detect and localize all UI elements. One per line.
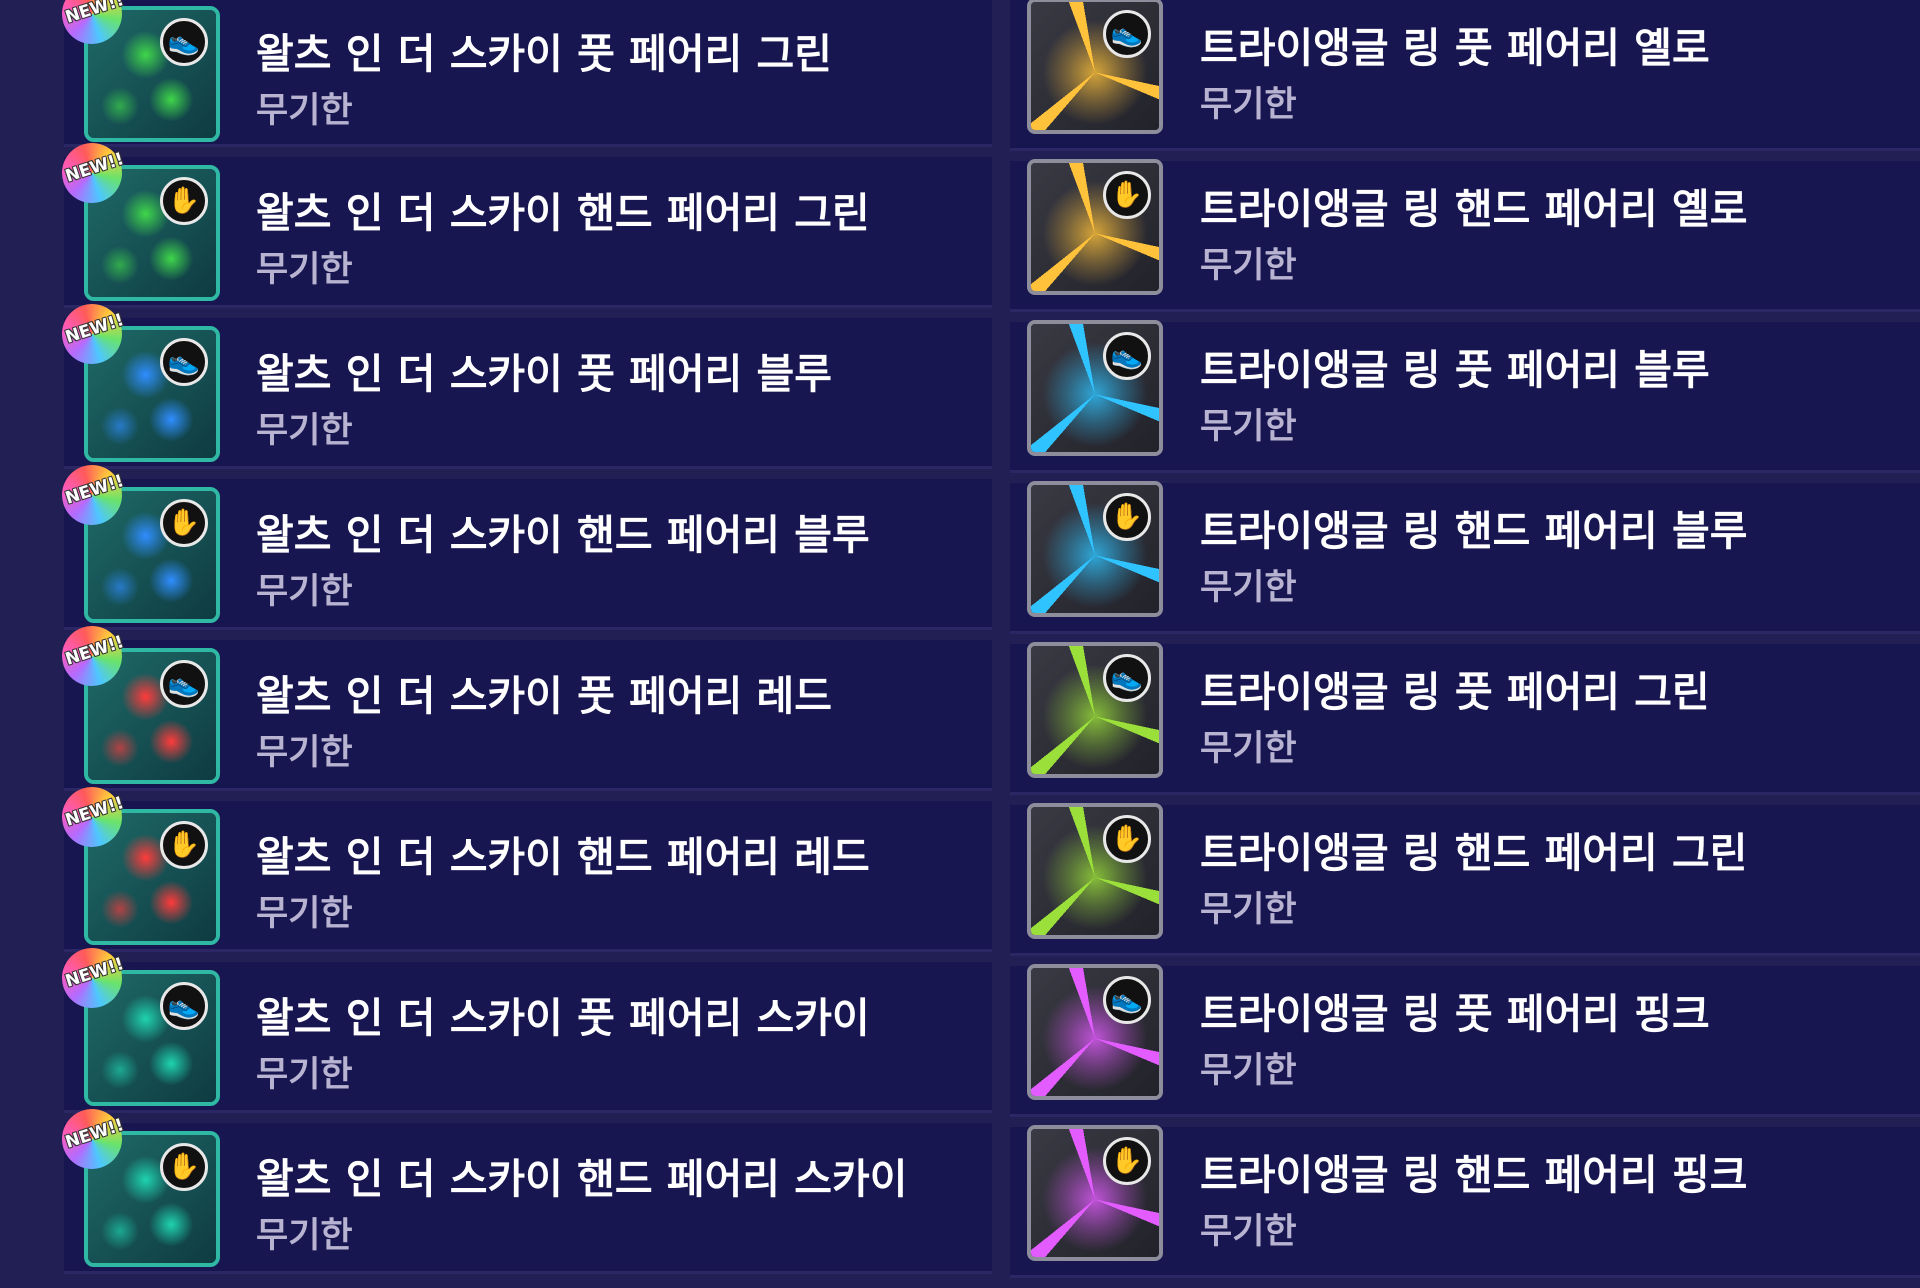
item-name: 왈츠 인 더 스카이 풋 페어리 블루 [256,350,833,398]
hand-icon: ✋ [160,499,208,547]
item-duration: 무기한 [256,1216,353,1256]
item-name: 트라이앵글 링 핸드 페어리 블루 [1200,507,1748,555]
item-duration: 무기한 [256,733,353,773]
item-duration: 무기한 [1200,1212,1297,1252]
item-row[interactable]: NEW!! 👟 왈츠 인 더 스카이 풋 페어리 스카이 무기한 [54,940,992,1113]
left-item-list: NEW!! 👟 왈츠 인 더 스카이 풋 페어리 그린 무기한 NEW!! ✋ … [54,0,992,1284]
item-name: 왈츠 인 더 스카이 풋 페어리 레드 [256,672,833,720]
item-row[interactable]: NEW!! 👟 왈츠 인 더 스카이 풋 페어리 그린 무기한 [54,0,992,147]
item-row[interactable]: ✋ 트라이앵글 링 핸드 페어리 그린 무기한 [1010,803,1920,956]
item-name: 트라이앵글 링 풋 페어리 블루 [1200,346,1710,394]
foot-icon: 👟 [160,18,208,66]
item-name: 왈츠 인 더 스카이 핸드 페어리 레드 [256,833,870,881]
foot-icon: 👟 [160,982,208,1030]
item-name: 트라이앵글 링 핸드 페어리 그린 [1200,829,1748,877]
item-row[interactable]: 👟 트라이앵글 링 풋 페어리 블루 무기한 [1010,320,1920,473]
item-name: 왈츠 인 더 스카이 풋 페어리 그린 [256,30,833,78]
item-thumbnail: ✋ [1027,1125,1163,1261]
item-name: 왈츠 인 더 스카이 핸드 페어리 스카이 [256,1155,908,1203]
item-duration: 무기한 [1200,407,1297,447]
foot-icon: 👟 [1103,332,1151,380]
item-name: 왈츠 인 더 스카이 풋 페어리 스카이 [256,994,870,1042]
item-thumbnail: ✋ [1027,481,1163,617]
item-duration: 무기한 [256,1055,353,1095]
item-duration: 무기한 [1200,890,1297,930]
item-name: 왈츠 인 더 스카이 핸드 페어리 그린 [256,189,870,237]
item-thumbnail: ✋ [1027,159,1163,295]
item-thumbnail: 👟 [1027,320,1163,456]
item-duration: 무기한 [256,411,353,451]
hand-icon: ✋ [160,821,208,869]
item-duration: 무기한 [1200,85,1297,125]
item-row[interactable]: NEW!! 👟 왈츠 인 더 스카이 풋 페어리 레드 무기한 [54,618,992,791]
item-row[interactable]: 👟 트라이앵글 링 풋 페어리 그린 무기한 [1010,642,1920,795]
right-item-list: 👟 트라이앵글 링 풋 페어리 옐로 무기한 ✋ 트라이앵글 링 핸드 페어리 … [1010,0,1920,1288]
item-row[interactable]: NEW!! ✋ 왈츠 인 더 스카이 핸드 페어리 레드 무기한 [54,779,992,952]
item-row[interactable]: NEW!! 👟 왈츠 인 더 스카이 풋 페어리 블루 무기한 [54,296,992,469]
item-name: 트라이앵글 링 핸드 페어리 핑크 [1200,1151,1748,1199]
item-duration: 무기한 [256,894,353,934]
hand-icon: ✋ [1103,1137,1151,1185]
item-row[interactable]: ✋ 트라이앵글 링 핸드 페어리 블루 무기한 [1010,481,1920,634]
item-duration: 무기한 [1200,729,1297,769]
item-duration: 무기한 [1200,246,1297,286]
item-duration: 무기한 [1200,568,1297,608]
item-row[interactable]: ✋ 트라이앵글 링 핸드 페어리 옐로 무기한 [1010,159,1920,312]
item-name: 트라이앵글 링 풋 페어리 그린 [1200,668,1710,716]
item-thumbnail: 👟 [1027,0,1163,134]
item-duration: 무기한 [256,572,353,612]
item-thumbnail: ✋ [1027,803,1163,939]
foot-icon: 👟 [1103,976,1151,1024]
hand-icon: ✋ [1103,493,1151,541]
foot-icon: 👟 [160,660,208,708]
item-row[interactable]: 👟 트라이앵글 링 풋 페어리 핑크 무기한 [1010,964,1920,1117]
item-name: 왈츠 인 더 스카이 핸드 페어리 블루 [256,511,870,559]
item-row[interactable]: ✋ 트라이앵글 링 핸드 페어리 핑크 무기한 [1010,1125,1920,1278]
foot-icon: 👟 [160,338,208,386]
item-row[interactable]: NEW!! ✋ 왈츠 인 더 스카이 핸드 페어리 블루 무기한 [54,457,992,630]
item-row[interactable]: NEW!! ✋ 왈츠 인 더 스카이 핸드 페어리 스카이 무기한 [54,1101,992,1274]
item-name: 트라이앵글 링 풋 페어리 옐로 [1200,24,1710,72]
item-row[interactable]: NEW!! ✋ 왈츠 인 더 스카이 핸드 페어리 그린 무기한 [54,135,992,308]
hand-icon: ✋ [160,177,208,225]
foot-icon: 👟 [1103,654,1151,702]
item-row[interactable]: 👟 트라이앵글 링 풋 페어리 옐로 무기한 [1010,0,1920,151]
item-duration: 무기한 [256,91,353,131]
item-name: 트라이앵글 링 핸드 페어리 옐로 [1200,185,1748,233]
item-thumbnail: 👟 [1027,964,1163,1100]
item-duration: 무기한 [256,250,353,290]
item-thumbnail: 👟 [1027,642,1163,778]
foot-icon: 👟 [1103,10,1151,58]
item-name: 트라이앵글 링 풋 페어리 핑크 [1200,990,1710,1038]
hand-icon: ✋ [1103,171,1151,219]
item-duration: 무기한 [1200,1051,1297,1091]
hand-icon: ✋ [160,1143,208,1191]
hand-icon: ✋ [1103,815,1151,863]
